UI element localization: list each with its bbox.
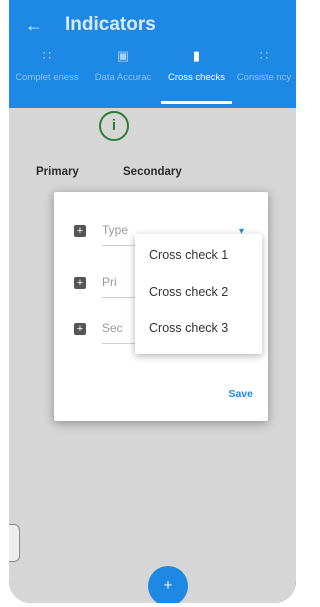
tab-label: Complet eness: [15, 72, 79, 83]
phone-frame: ← Indicators ∷ Complet eness ▣ Data Accu…: [9, 0, 296, 603]
plus-box-icon: +: [74, 277, 86, 289]
arrow-left-icon[interactable]: ←: [25, 15, 43, 36]
tab-bar: ∷ Complet eness ▣ Data Accurac ▮ Cross c…: [9, 44, 296, 108]
type-field-label: Type: [102, 223, 129, 237]
tab-consistency[interactable]: ∷ Consiste ncy: [232, 44, 296, 104]
tab-label: Consiste ncy: [236, 72, 292, 83]
dropdown-option-cross-check-1[interactable]: Cross check 1: [149, 248, 228, 262]
add-fab-button[interactable]: +: [148, 566, 188, 603]
tab-indicator: [161, 101, 232, 104]
type-dropdown-menu: Cross check 1 Cross check 2 Cross check …: [135, 234, 262, 354]
tab-label: Data Accurac: [94, 72, 152, 83]
content-area: i Primary Secondary + Type ▾ + Pri + Sec…: [9, 108, 296, 603]
column-header-primary: Primary: [36, 166, 79, 178]
laptop-icon: ▣: [116, 48, 130, 63]
side-panel-handle[interactable]: [9, 524, 20, 562]
tab-label: Cross checks: [167, 72, 225, 83]
app-bar: ← Indicators ∷ Complet eness ▣ Data Accu…: [9, 0, 296, 108]
tab-data-accuracy[interactable]: ▣ Data Accurac: [85, 44, 161, 104]
plus-box-icon: +: [74, 225, 86, 237]
tab-completeness[interactable]: ∷ Complet eness: [9, 44, 85, 104]
primary-field-label: Pri: [102, 275, 117, 289]
title-row: ← Indicators: [9, 12, 296, 42]
plus-box-icon: +: [74, 323, 86, 335]
save-button[interactable]: Save: [228, 388, 253, 400]
dropdown-option-cross-check-3[interactable]: Cross check 3: [149, 321, 228, 335]
column-header-secondary: Secondary: [123, 166, 182, 178]
tab-cross-checks[interactable]: ▮ Cross checks: [161, 44, 232, 104]
dropdown-option-cross-check-2[interactable]: Cross check 2: [149, 285, 228, 299]
plus-icon: +: [163, 577, 173, 594]
grid-icon: ∷: [42, 48, 52, 63]
info-icon[interactable]: i: [99, 111, 129, 141]
book-icon: ▮: [192, 48, 201, 63]
secondary-field-label: Sec: [102, 321, 123, 335]
page-title: Indicators: [65, 14, 156, 35]
grid-icon: ∷: [259, 48, 269, 63]
